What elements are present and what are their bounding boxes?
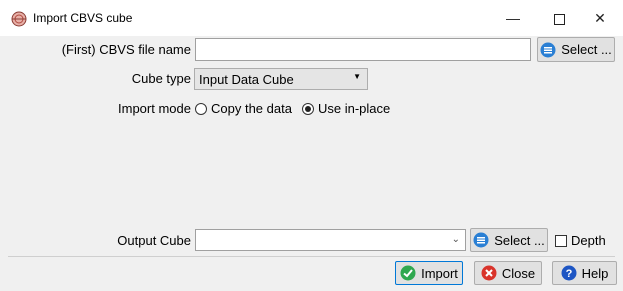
output-cube-label: Output Cube (117, 233, 191, 248)
help-label: Help (581, 265, 609, 281)
minimize-icon: — (506, 10, 520, 26)
depth-label: Depth (571, 233, 606, 248)
close-label: Close (501, 265, 536, 281)
close-icon: ✕ (594, 10, 606, 26)
output-cube-combo[interactable]: ⌄ (195, 229, 466, 251)
depth-checkbox-box (555, 234, 567, 247)
import-button[interactable]: Import (395, 261, 463, 285)
check-icon (400, 265, 416, 281)
close-button[interactable]: Close (474, 261, 542, 285)
svg-text:?: ? (565, 268, 572, 280)
chevron-down-icon: ▼ (353, 72, 361, 81)
minimize-button[interactable]: — (490, 0, 536, 36)
file-name-label: (First) CBVS file name (61, 42, 191, 57)
mode-copy-radio[interactable]: Copy the data (195, 101, 292, 116)
chevron-down-icon: ⌄ (451, 234, 460, 245)
maximize-icon (553, 13, 565, 25)
output-select-button[interactable]: Select ... (470, 228, 548, 252)
import-label: Import (421, 265, 458, 281)
help-button[interactable]: ? Help (552, 261, 617, 285)
file-select-label: Select ... (561, 42, 612, 57)
file-select-button[interactable]: Select ... (537, 37, 615, 62)
app-icon (11, 11, 27, 27)
mode-inplace-radio[interactable]: Use in-place (302, 101, 390, 116)
maximize-button[interactable] (536, 0, 582, 36)
help-icon: ? (561, 265, 577, 281)
cube-type-select[interactable]: Input Data Cube ▼ (194, 68, 368, 90)
window-title: Import CBVS cube (33, 11, 133, 25)
cube-type-label: Cube type (131, 71, 191, 86)
cube-type-value: Input Data Cube (199, 72, 294, 87)
depth-checkbox[interactable]: Depth (555, 233, 606, 248)
import-mode-label: Import mode (118, 101, 191, 116)
mode-inplace-label: Use in-place (318, 101, 391, 116)
close-window-button[interactable]: ✕ (577, 0, 623, 36)
mode-inplace-radio-circle (302, 102, 314, 115)
title-bar: Import CBVS cube — ✕ (0, 0, 623, 37)
select-icon (540, 42, 556, 57)
close-circle-icon (481, 265, 497, 281)
mode-copy-label: Copy the data (211, 101, 292, 116)
divider (8, 256, 615, 257)
output-select-label: Select ... (494, 232, 545, 248)
mode-copy-radio-circle (195, 102, 207, 115)
select-icon (473, 232, 489, 248)
file-name-input[interactable] (195, 38, 531, 61)
